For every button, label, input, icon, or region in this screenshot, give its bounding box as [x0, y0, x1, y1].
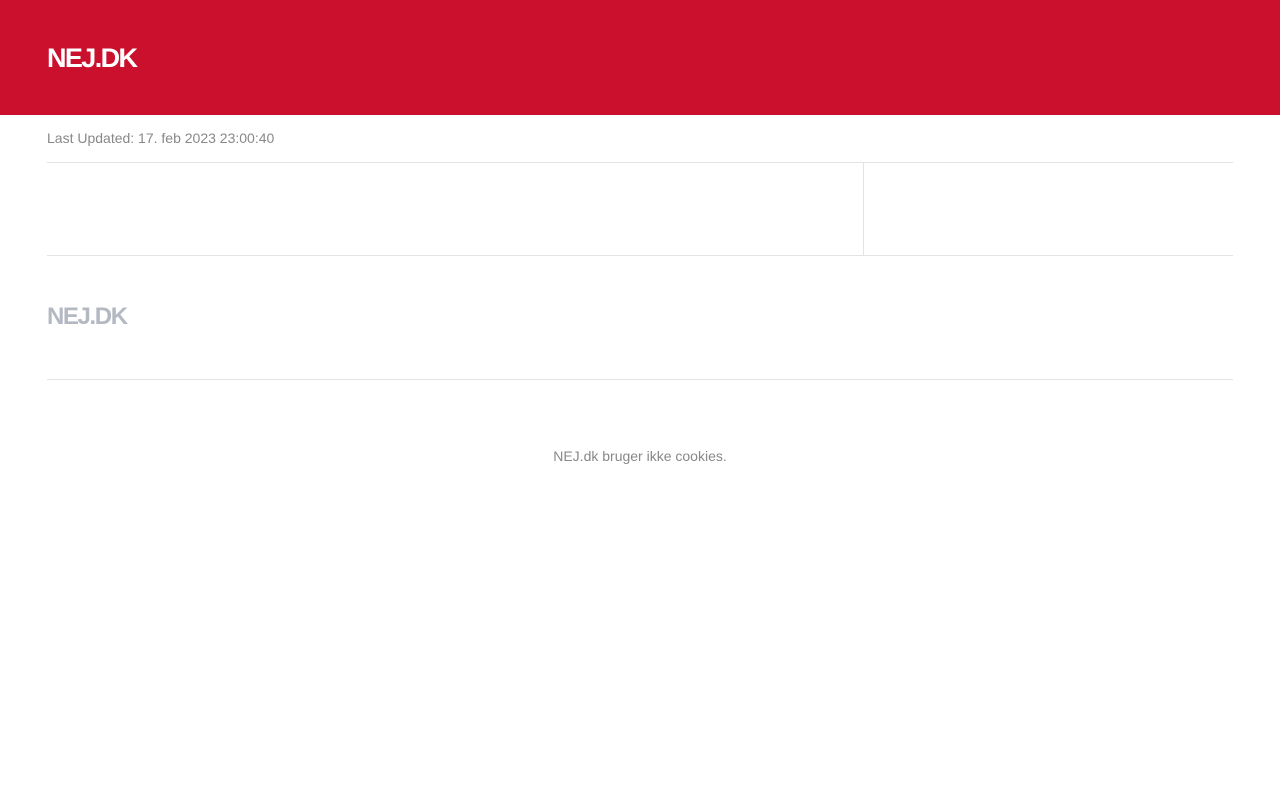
cookie-notice: NEJ.dk bruger ikke cookies. [553, 448, 727, 464]
last-updated-text: Last Updated: 17. feb 2023 23:00:40 [47, 130, 275, 146]
main-column [47, 163, 864, 256]
footer-divider [47, 379, 1233, 380]
site-header: NEJ.DK [0, 0, 1280, 115]
content-row [47, 162, 1233, 256]
side-column [865, 163, 1233, 256]
footer-logo: NEJ.DK [47, 303, 128, 330]
header-logo-link[interactable]: NEJ.DK [47, 42, 138, 74]
